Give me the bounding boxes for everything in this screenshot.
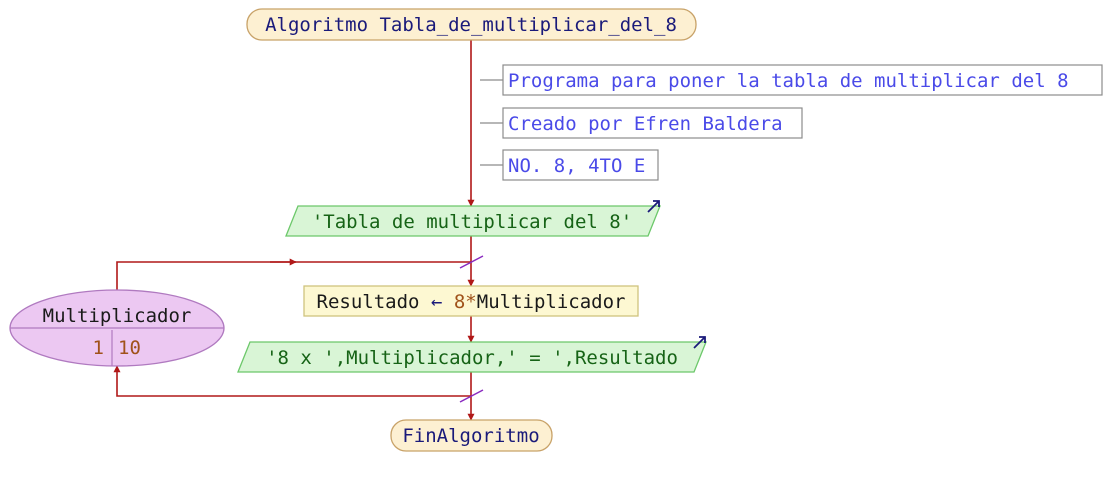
flowchart-canvas: Algoritmo Tabla_de_multiplicar_del_8 Pro… — [0, 0, 1112, 486]
flowchart-diagram: Algoritmo Tabla_de_multiplicar_del_8 Pro… — [9, 8, 1103, 452]
comment-box-2: Creado por Efren Baldera — [502, 107, 803, 139]
comment-connectors — [480, 79, 503, 166]
assignment-operator: * — [465, 291, 476, 313]
assignment-box: Resultado ← 8*Multiplicador — [303, 285, 639, 317]
comment-text-1: Programa para poner la tabla de multipli… — [508, 70, 1069, 92]
start-label: Algoritmo Tabla_de_multiplicar_del_8 — [265, 14, 677, 36]
output-text-1: 'Tabla de multiplicar del 8' — [312, 211, 632, 233]
output-box-1: 'Tabla de multiplicar del 8' — [285, 200, 661, 237]
end-label: FinAlgoritmo — [402, 425, 539, 447]
comment-box-3: NO. 8, 4TO E — [502, 149, 659, 181]
loop-node: Multiplicador 1 10 — [9, 289, 225, 367]
start-keyword: Algoritmo — [265, 14, 368, 36]
algorithm-name: Tabla_de_multiplicar_del_8 — [379, 14, 676, 36]
end-terminal: FinAlgoritmo — [390, 419, 553, 452]
comment-box-1: Programa para poner la tabla de multipli… — [502, 64, 1103, 96]
output-text-2: '8 x ',Multiplicador,' = ',Resultado — [266, 347, 678, 369]
loop-end-value: 10 — [118, 337, 141, 359]
assignment-number: 8 — [454, 291, 465, 313]
assignment-arrow: ← — [431, 291, 442, 313]
comment-text-3: NO. 8, 4TO E — [508, 155, 645, 177]
loop-variable: Multiplicador — [43, 305, 192, 327]
comment-text-2: Creado por Efren Baldera — [508, 113, 783, 135]
loop-start-value: 1 — [93, 337, 104, 359]
assignment-statement: Resultado ← 8*Multiplicador — [317, 291, 626, 313]
output-box-2: '8 x ',Multiplicador,' = ',Resultado — [237, 336, 707, 373]
assignment-target: Resultado — [317, 291, 420, 313]
start-terminal: Algoritmo Tabla_de_multiplicar_del_8 — [246, 8, 697, 41]
assignment-operand: Multiplicador — [477, 291, 626, 313]
